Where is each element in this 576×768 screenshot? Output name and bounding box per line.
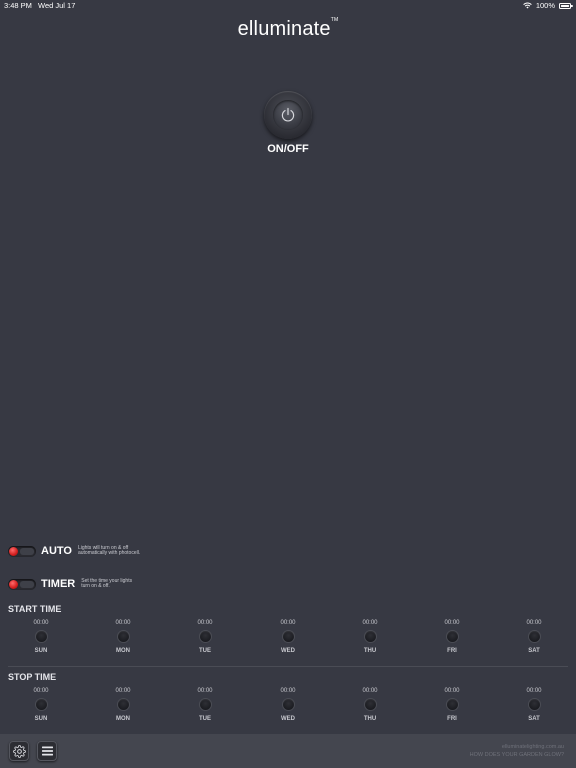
- start-time-knob[interactable]: [199, 631, 211, 642]
- start-time-value: 00:00: [362, 620, 378, 626]
- start-time-value: 00:00: [280, 620, 296, 626]
- stop-time-knob[interactable]: [199, 699, 211, 710]
- power-label: ON/OFF: [267, 143, 309, 155]
- status-bar: 3:48 PM Wed Jul 17 100%: [0, 0, 576, 12]
- battery-icon: [559, 2, 573, 9]
- day-label: MON: [116, 716, 130, 722]
- start-time-value: 00:00: [444, 620, 460, 626]
- day-label: SUN: [34, 716, 48, 722]
- power-button[interactable]: [264, 91, 312, 139]
- start-day-thu: 00:00 THU: [350, 620, 390, 654]
- timer-toggle[interactable]: [8, 578, 36, 590]
- gear-icon: [12, 744, 26, 758]
- stop-day-thu: 00:00 THU: [350, 688, 390, 722]
- stop-day-mon: 00:00 MON: [103, 688, 143, 722]
- menu-button[interactable]: [37, 741, 57, 761]
- stop-time-value: 00:00: [526, 688, 542, 694]
- stop-day-tue: 00:00 TUE: [185, 688, 225, 722]
- app-logo: elluminateTM: [0, 17, 576, 41]
- auto-description: Lights will turn on & off automatically …: [77, 544, 141, 556]
- start-time-knob[interactable]: [446, 631, 458, 642]
- start-time-knob[interactable]: [364, 631, 376, 642]
- footer-website: elluminatelighting.com.au: [501, 744, 564, 750]
- stop-day-sat: 00:00 SAT: [514, 688, 554, 722]
- status-indicators: 100%: [523, 1, 573, 10]
- start-day-sat: 00:00 SAT: [514, 620, 554, 654]
- stop-time-knob[interactable]: [117, 699, 129, 710]
- status-date: Wed Jul 17: [38, 1, 76, 10]
- logo-trademark: TM: [330, 17, 339, 24]
- logo-text: elluminate: [237, 18, 331, 40]
- stop-time-value: 00:00: [362, 688, 378, 694]
- timer-label: TIMER: [41, 578, 76, 590]
- start-day-fri: 00:00 FRI: [432, 620, 472, 654]
- settings-button[interactable]: [9, 741, 29, 761]
- day-label: TUE: [199, 716, 211, 722]
- start-day-tue: 00:00 TUE: [185, 620, 225, 654]
- start-time-value: 00:00: [115, 620, 131, 626]
- day-label: THU: [363, 716, 377, 722]
- start-time-knob[interactable]: [282, 631, 294, 642]
- power-button-face: [273, 100, 303, 130]
- bottom-toolbar: elluminatelighting.com.au HOW DOES YOUR …: [0, 734, 576, 768]
- auto-toggle-indicator: [9, 546, 18, 556]
- section-divider: [8, 666, 568, 667]
- timer-description: Set the time your lights turn on & off.: [81, 577, 133, 589]
- day-label: FRI: [447, 716, 457, 722]
- status-time: 3:48 PM: [4, 1, 32, 10]
- stop-time-knob[interactable]: [364, 699, 376, 710]
- start-time-knob[interactable]: [528, 631, 540, 642]
- start-time-value: 00:00: [526, 620, 542, 626]
- day-label: WED: [281, 716, 295, 722]
- stop-time-knob[interactable]: [528, 699, 540, 710]
- stop-time-value: 00:00: [444, 688, 460, 694]
- start-day-wed: 00:00 WED: [268, 620, 308, 654]
- start-day-sun: 00:00 SUN: [21, 620, 61, 654]
- day-label: SUN: [34, 648, 48, 654]
- stop-time-value: 00:00: [115, 688, 131, 694]
- auto-label: AUTO: [41, 545, 72, 557]
- wifi-icon: [523, 2, 532, 9]
- start-time-title: START TIME: [8, 604, 62, 614]
- stop-time-title: STOP TIME: [8, 672, 57, 682]
- start-time-value: 00:00: [33, 620, 49, 626]
- stop-time-knob[interactable]: [282, 699, 294, 710]
- stop-time-value: 00:00: [33, 688, 49, 694]
- day-label: THU: [363, 648, 377, 654]
- day-label: SAT: [528, 648, 540, 654]
- stop-time-value: 00:00: [280, 688, 296, 694]
- timer-toggle-indicator: [9, 579, 18, 589]
- menu-icon: [41, 746, 53, 756]
- day-label: TUE: [199, 648, 211, 654]
- power-icon: [281, 107, 295, 122]
- start-time-value: 00:00: [197, 620, 213, 626]
- start-day-mon: 00:00 MON: [103, 620, 143, 654]
- stop-time-value: 00:00: [197, 688, 213, 694]
- stop-day-fri: 00:00 FRI: [432, 688, 472, 722]
- auto-toggle[interactable]: [8, 545, 36, 557]
- day-label: FRI: [447, 648, 457, 654]
- stop-day-sun: 00:00 SUN: [21, 688, 61, 722]
- auto-toggle-grip: [20, 547, 34, 555]
- start-time-knob[interactable]: [117, 631, 129, 642]
- day-label: SAT: [528, 716, 540, 722]
- footer-text: elluminatelighting.com.au HOW DOES YOUR …: [470, 743, 564, 759]
- auto-row: AUTO Lights will turn on & off automatic…: [8, 544, 158, 558]
- stop-day-wed: 00:00 WED: [268, 688, 308, 722]
- stop-time-knob[interactable]: [35, 699, 47, 710]
- timer-row: TIMER Set the time your lights turn on &…: [8, 577, 133, 591]
- timer-toggle-grip: [20, 580, 34, 588]
- day-label: WED: [281, 648, 295, 654]
- battery-percent: 100%: [535, 1, 555, 10]
- footer-tagline: HOW DOES YOUR GARDEN GLOW?: [469, 752, 564, 758]
- day-label: MON: [116, 648, 130, 654]
- stop-time-knob[interactable]: [446, 699, 458, 710]
- start-time-knob[interactable]: [35, 631, 47, 642]
